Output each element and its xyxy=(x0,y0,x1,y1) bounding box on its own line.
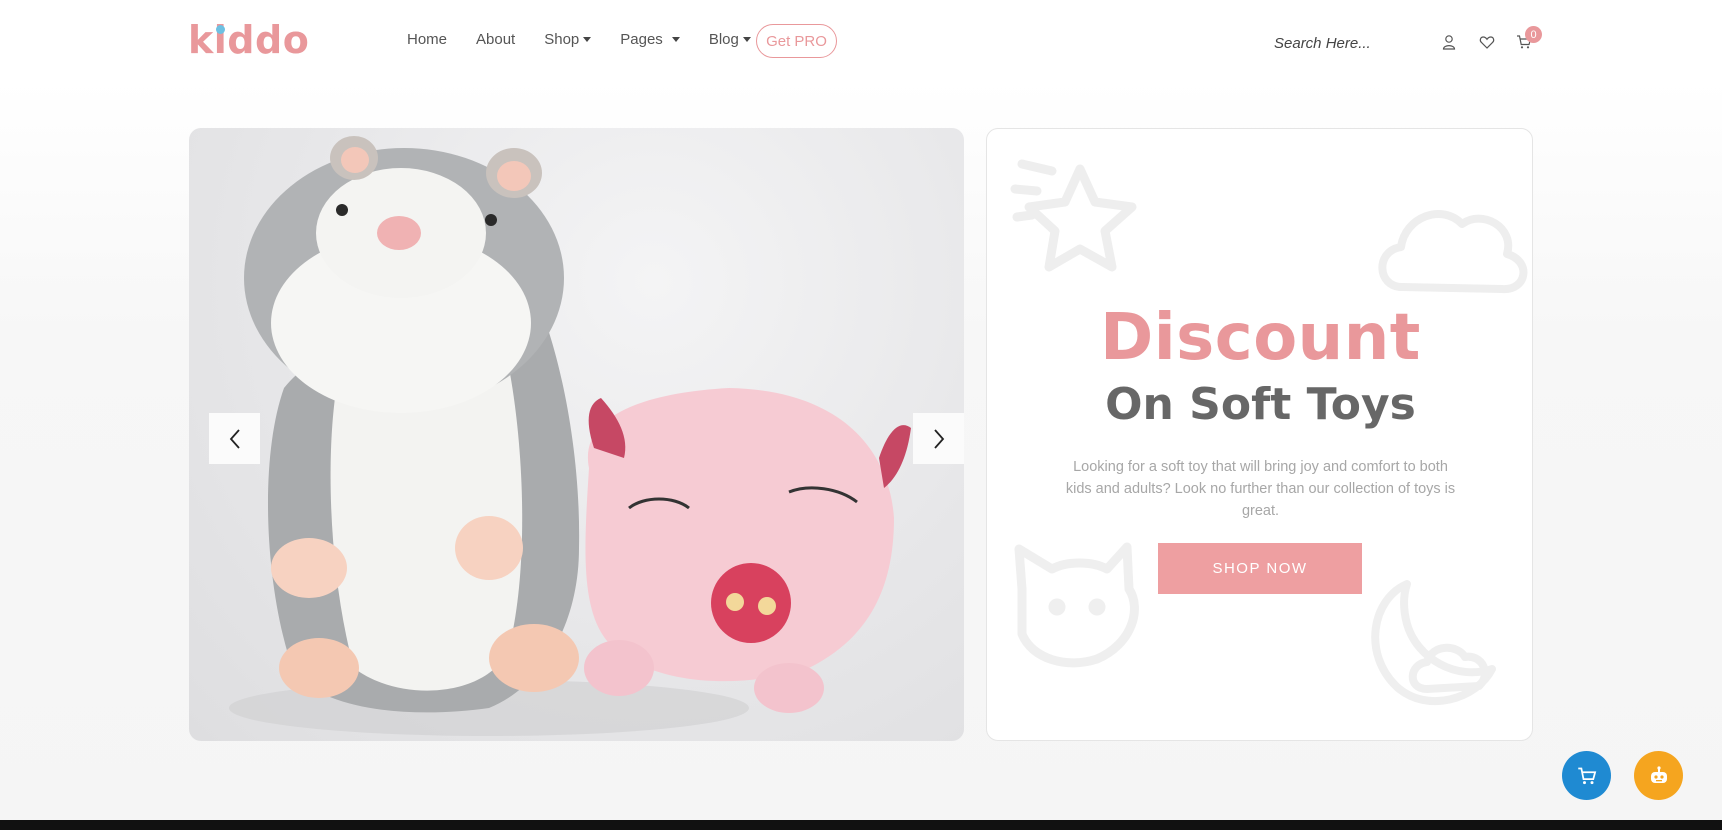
hero-image xyxy=(229,136,911,736)
promo-card: Discount On Soft Toys Looking for a soft… xyxy=(986,128,1533,741)
nav-blog-label: Blog xyxy=(708,31,739,48)
chevron-left-icon xyxy=(229,428,240,449)
promo-decorations xyxy=(1010,159,1528,705)
hero-slider[interactable] xyxy=(189,128,964,741)
caret-down-icon xyxy=(671,37,680,42)
nav-blog[interactable]: Blog xyxy=(709,31,751,48)
floating-chatbot-button[interactable] xyxy=(1634,751,1683,800)
chevron-right-icon xyxy=(933,428,944,449)
moon-decoration-icon xyxy=(1371,580,1496,705)
main-nav: Home About Shop Pages Blog xyxy=(407,31,780,48)
logo-dot xyxy=(216,25,225,34)
robot-icon xyxy=(1650,765,1667,783)
logo[interactable]: kiddo xyxy=(188,18,309,62)
nav-about[interactable]: About xyxy=(476,31,515,48)
slider-prev-button[interactable] xyxy=(209,413,260,464)
floating-cart-button[interactable] xyxy=(1562,751,1611,800)
promo-description: Looking for a soft toy that will bring j… xyxy=(1065,459,1456,519)
nav-home-label: Home xyxy=(407,31,448,48)
promo-subtitle: On Soft Toys xyxy=(1105,379,1416,430)
nav-shop[interactable]: Shop xyxy=(544,31,592,48)
slider-next-button[interactable] xyxy=(913,413,964,464)
get-pro-button[interactable]: Get PRO xyxy=(756,24,837,58)
caret-down-icon xyxy=(742,37,751,42)
site-header: kiddo Home About Shop Pages Blog Get PRO xyxy=(0,0,1722,84)
heart-icon[interactable] xyxy=(1479,34,1495,50)
promo-title: Discount xyxy=(1100,301,1421,375)
nav-pages[interactable]: Pages xyxy=(620,31,680,48)
footer-bar xyxy=(0,820,1722,830)
nav-shop-label: Shop xyxy=(544,31,580,48)
user-icon[interactable] xyxy=(1441,34,1457,50)
cart-icon xyxy=(1577,767,1596,784)
cart-count-badge: 0 xyxy=(1525,26,1542,43)
cat-decoration-icon xyxy=(1014,542,1139,668)
caret-down-icon xyxy=(583,37,592,42)
search-input[interactable] xyxy=(1274,32,1414,54)
nav-pages-label: Pages xyxy=(620,31,663,48)
nav-home[interactable]: Home xyxy=(407,31,447,48)
nav-about-label: About xyxy=(476,31,516,48)
cloud-decoration-icon xyxy=(1378,210,1528,294)
star-decoration-icon xyxy=(1010,159,1137,272)
shop-now-button[interactable]: SHOP NOW xyxy=(1158,543,1362,594)
